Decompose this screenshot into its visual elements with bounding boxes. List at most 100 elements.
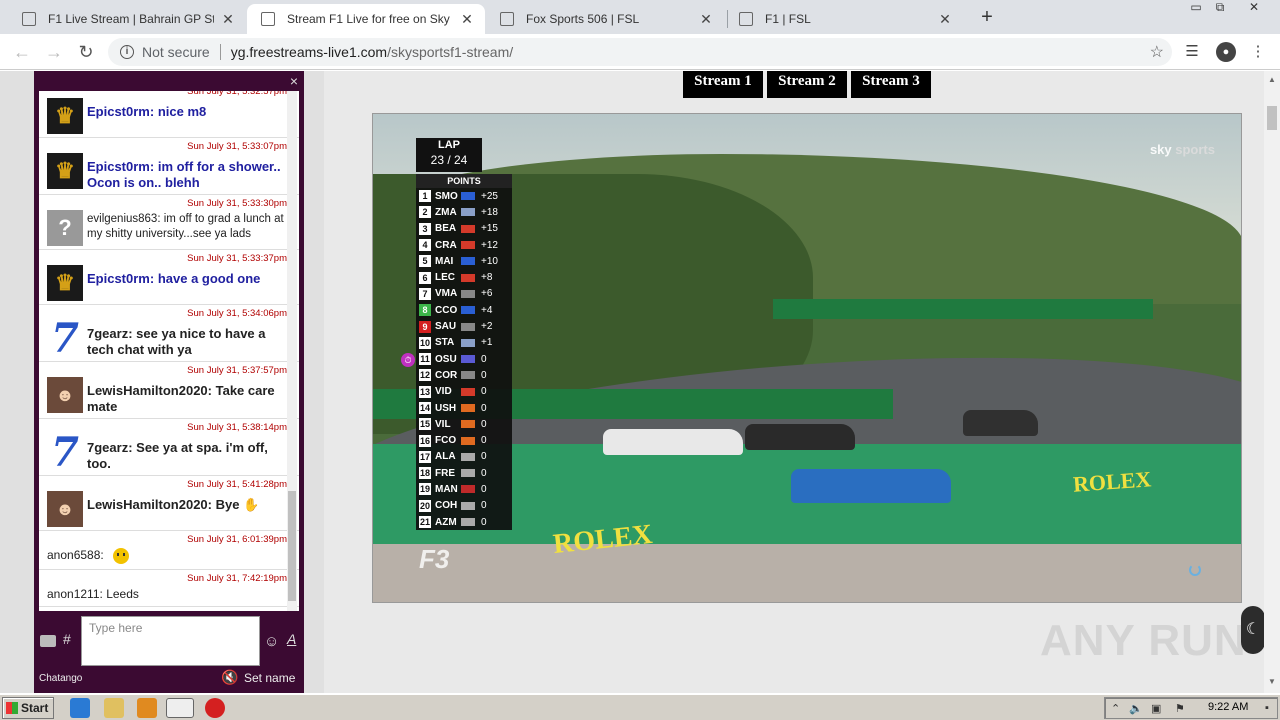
message-username[interactable]: anon6588: xyxy=(47,548,104,562)
back-button[interactable]: ← xyxy=(10,40,34,64)
message-username[interactable]: Epicst0rm: xyxy=(87,159,154,174)
tab-f1-fsl[interactable]: F1 | FSL ✕ xyxy=(725,4,963,34)
user-avatar[interactable]: 7 xyxy=(47,315,83,362)
user-avatar[interactable]: ? xyxy=(47,210,83,246)
standings-points: +2 xyxy=(481,321,493,333)
taskbar: Start ⌃ 🔈 ▣ ⚑ ▪ 9:22 AM xyxy=(0,694,1280,720)
network-icon[interactable]: ▣ xyxy=(1151,702,1161,715)
chatango-logo[interactable]: Chatango xyxy=(39,673,82,684)
message-username[interactable]: anon1211: xyxy=(47,587,103,601)
scroll-down-arrow-icon[interactable]: ▼ xyxy=(1268,677,1276,686)
page-content: × Sun July 31, 5:32:57pm ♛ Epicst0rm: nice… xyxy=(0,71,1280,693)
chat-close-icon[interactable]: × xyxy=(290,73,298,89)
standings-driver: VMA xyxy=(435,288,458,300)
message-username[interactable]: 7gearz: xyxy=(87,326,133,341)
standings-driver: FCO xyxy=(435,435,457,447)
start-button[interactable]: Start xyxy=(2,697,54,719)
tab-fox-sports[interactable]: Fox Sports 506 | FSL ✕ xyxy=(486,4,724,34)
team-logo-icon xyxy=(461,420,475,429)
scroll-up-arrow-icon[interactable]: ▲ xyxy=(1268,75,1276,84)
chat-scroll-thumb[interactable] xyxy=(288,491,296,601)
video-player[interactable]: ROLEX ROLEX LAP 23 / 24 POINTS 1 SMO +25 2 Z… xyxy=(372,113,1242,603)
message-username[interactable]: evilgenius863: xyxy=(87,213,161,225)
standings-position: 11 xyxy=(419,353,431,366)
team-logo-icon xyxy=(461,404,475,412)
standings-driver: CRA xyxy=(435,239,457,251)
page-scrollbar[interactable]: ▲ ▼ xyxy=(1264,71,1280,693)
show-desktop-icon[interactable]: ▪ xyxy=(1265,702,1269,714)
standings-position: 3 xyxy=(419,222,431,235)
user-avatar[interactable]: 7 xyxy=(47,429,83,476)
message-username[interactable]: LewisHamilton2020: xyxy=(87,383,212,398)
chrome-taskbar-icon[interactable] xyxy=(166,698,194,718)
maximize-button[interactable]: ⧉ xyxy=(1208,0,1232,18)
media-queue-icon[interactable]: ☰ xyxy=(1182,42,1202,62)
standings-driver: LEC xyxy=(435,272,455,284)
hashtag-button[interactable]: # xyxy=(63,631,71,647)
new-tab-button[interactable]: + xyxy=(976,6,998,28)
race-car xyxy=(963,410,1038,436)
explorer-folder-icon[interactable] xyxy=(104,698,124,718)
close-icon[interactable]: ✕ xyxy=(698,11,714,28)
chat-input[interactable]: Type here xyxy=(81,616,260,666)
security-tool-icon[interactable] xyxy=(205,698,225,718)
message-timestamp: Sun July 31, 5:33:07pm xyxy=(187,141,287,152)
standings-points: 0 xyxy=(481,516,487,528)
chat-scrollbar[interactable] xyxy=(287,91,297,611)
tray-expand-icon[interactable]: ⌃ xyxy=(1111,702,1120,715)
dark-mode-toggle-icon[interactable]: ☾ xyxy=(1241,606,1265,654)
standings-position: 12 xyxy=(419,369,431,382)
standings-position: 4 xyxy=(419,239,431,252)
close-icon[interactable]: ✕ xyxy=(459,11,475,28)
page-icon xyxy=(500,12,514,26)
action-center-flag-icon[interactable]: ⚑ xyxy=(1175,702,1185,715)
reload-button[interactable]: ↻ xyxy=(74,40,98,64)
user-avatar[interactable]: ☻ xyxy=(47,491,83,527)
camera-icon[interactable] xyxy=(40,635,56,647)
user-avatar[interactable]: ♛ xyxy=(47,153,83,189)
ie-icon[interactable] xyxy=(70,698,90,718)
tab-title: F1 Live Stream | Bahrain GP Stream xyxy=(48,12,214,26)
page-scroll-thumb[interactable] xyxy=(1267,106,1277,130)
standings-points: +4 xyxy=(481,304,493,316)
media-player-icon[interactable] xyxy=(137,698,157,718)
mute-icon[interactable]: 🔇 xyxy=(221,669,238,686)
team-logo-icon xyxy=(461,322,475,331)
minimize-button[interactable]: ▭ xyxy=(1184,0,1208,18)
emoji-icon[interactable]: ☺ xyxy=(264,633,279,650)
forward-button[interactable]: → xyxy=(42,40,66,64)
standings-row: 4 CRA +12 xyxy=(416,237,512,253)
standings-points: +15 xyxy=(481,223,498,235)
message-username[interactable]: Epicst0rm: xyxy=(87,104,154,119)
close-icon[interactable]: ✕ xyxy=(937,11,953,28)
info-icon[interactable]: i xyxy=(120,45,134,59)
chat-widget: × Sun July 31, 5:32:57pm ♛ Epicst0rm: nice… xyxy=(34,71,304,693)
stream-1-button[interactable]: Stream 1 xyxy=(683,71,763,98)
volume-icon[interactable]: 🔈 xyxy=(1129,702,1143,715)
close-icon[interactable]: ✕ xyxy=(220,11,236,28)
message-username[interactable]: 7gearz: xyxy=(87,440,133,455)
tab-stream-f1-sky[interactable]: Stream F1 Live for free on Sky Sport ✕ xyxy=(247,4,485,34)
url-host: yg.freestreams-live1.com xyxy=(230,44,388,60)
profile-avatar-icon[interactable]: ● xyxy=(1216,42,1236,62)
font-style-button[interactable]: A xyxy=(287,631,296,647)
close-window-button[interactable]: ✕ xyxy=(1242,0,1266,18)
message-username[interactable]: Epicst0rm: xyxy=(87,271,154,286)
user-avatar[interactable]: ♛ xyxy=(47,265,83,301)
set-name-link[interactable]: Set name xyxy=(244,671,295,685)
menu-kebab-icon[interactable]: ⋮ xyxy=(1248,42,1268,62)
stream-2-button[interactable]: Stream 2 xyxy=(767,71,847,98)
loading-spinner-icon xyxy=(1189,564,1201,576)
message-username[interactable]: LewisHamilton2020: xyxy=(87,497,212,512)
race-car xyxy=(791,469,951,503)
user-avatar[interactable]: ♛ xyxy=(47,98,83,134)
user-avatar[interactable]: ☻ xyxy=(47,377,83,413)
team-logo-icon xyxy=(461,241,475,250)
bookmark-star-icon[interactable]: ☆ xyxy=(1150,42,1164,62)
stream-3-button[interactable]: Stream 3 xyxy=(851,71,931,98)
message-body: anon6588: xyxy=(47,546,287,566)
chat-message-list[interactable]: Sun July 31, 5:32:57pm ♛ Epicst0rm: nice m… xyxy=(39,91,299,611)
tab-f1-live-stream[interactable]: F1 Live Stream | Bahrain GP Stream ✕ xyxy=(8,4,246,34)
address-bar[interactable]: i Not secure yg.freestreams-live1.com/sk… xyxy=(108,38,1172,66)
standings-position: 10 xyxy=(419,336,431,349)
